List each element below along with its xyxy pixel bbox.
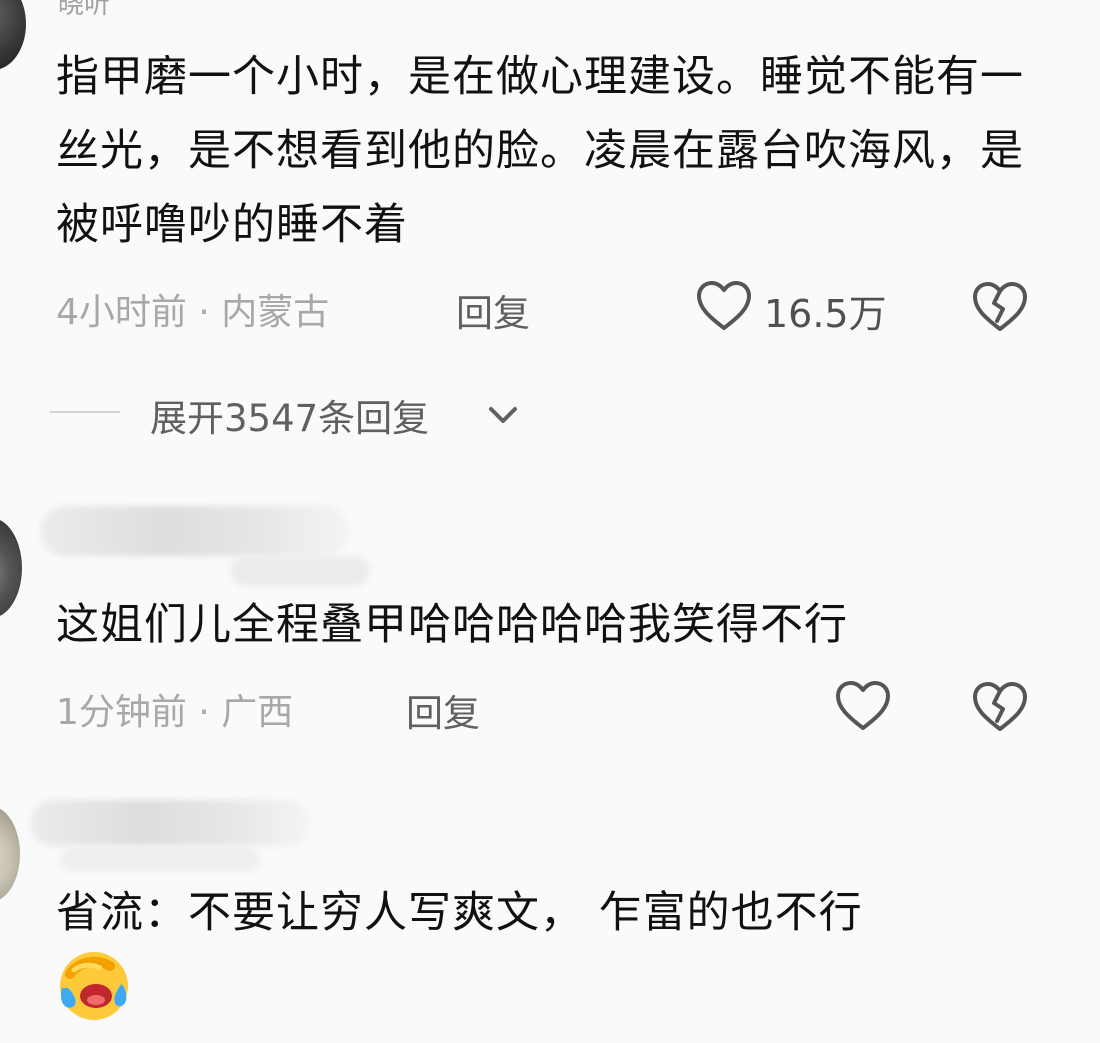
comment-text[interactable]: 这姐们儿全程叠甲哈哈哈哈哈我笑得不行 <box>56 588 1056 662</box>
laughing-crying-emoji-icon <box>60 952 128 1020</box>
comment-text[interactable]: 指甲磨一个小时，是在做心理建设。睡觉不能有一丝光，是不想看到他的脸。凌晨在露台吹… <box>56 40 1056 262</box>
heart-outline-icon[interactable] <box>833 678 893 734</box>
like-count: 16.5万 <box>764 292 887 336</box>
reply-button[interactable]: 回复 <box>406 683 480 737</box>
avatar[interactable] <box>0 806 20 902</box>
expand-divider <box>50 411 120 413</box>
avatar[interactable] <box>0 0 26 70</box>
username-blurred <box>230 556 370 586</box>
username-blurred <box>60 846 260 872</box>
heart-outline-icon[interactable] <box>694 278 754 334</box>
comment-time-location: 4小时前 · 内蒙古 <box>56 292 330 333</box>
comment-username[interactable]: 晓听 <box>58 0 110 21</box>
broken-heart-icon[interactable] <box>970 279 1030 335</box>
comment-list: 晓听 指甲磨一个小时，是在做心理建设。睡觉不能有一丝光，是不想看到他的脸。凌晨在… <box>0 0 1100 1043</box>
broken-heart-icon[interactable] <box>970 679 1030 735</box>
avatar[interactable] <box>0 518 22 618</box>
comment-time-location: 1分钟前 · 广西 <box>56 692 294 733</box>
expand-replies-button[interactable]: 展开3547条回复 <box>150 388 429 442</box>
username-blurred <box>30 800 310 846</box>
chevron-down-icon[interactable] <box>484 398 522 432</box>
username-blurred <box>40 506 350 556</box>
comment-text[interactable]: 省流：不要让穷人写爽文， 乍富的也不行 <box>56 876 1056 950</box>
reply-button[interactable]: 回复 <box>456 283 530 337</box>
